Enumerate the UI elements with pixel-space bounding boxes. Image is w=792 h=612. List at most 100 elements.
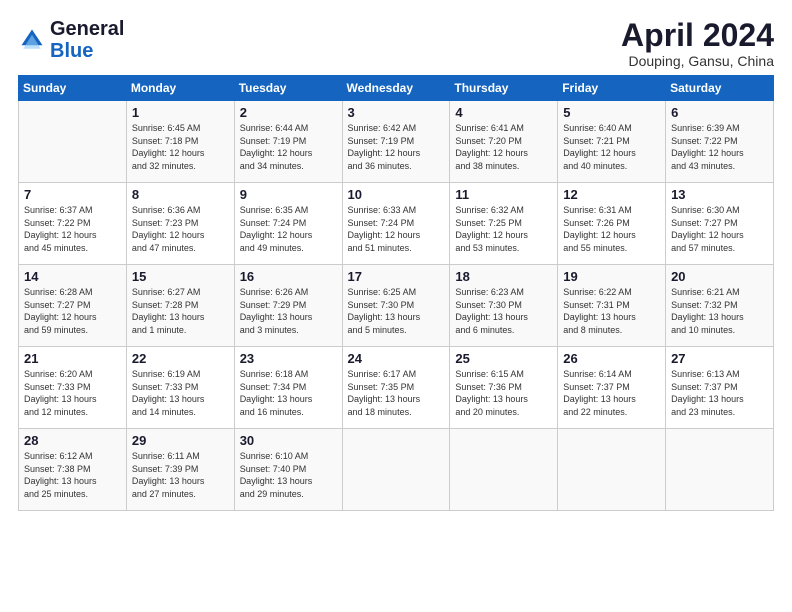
cell-info: Sunrise: 6:13 AM Sunset: 7:37 PM Dayligh… bbox=[671, 368, 769, 418]
cell-info: Sunrise: 6:44 AM Sunset: 7:19 PM Dayligh… bbox=[240, 122, 338, 172]
cell-info: Sunrise: 6:18 AM Sunset: 7:34 PM Dayligh… bbox=[240, 368, 338, 418]
calendar-cell: 30 Sunrise: 6:10 AM Sunset: 7:40 PM Dayli… bbox=[234, 429, 342, 511]
calendar-cell: 29Sunrise: 6:11 AM Sunset: 7:39 PM Dayli… bbox=[126, 429, 234, 511]
calendar-cell: 5 Sunrise: 6:40 AM Sunset: 7:21 PM Daylig… bbox=[558, 101, 666, 183]
week-row-3: 14 Sunrise: 6:28 AM Sunset: 7:27 PM Dayli… bbox=[19, 265, 774, 347]
calendar-cell: 24 Sunrise: 6:17 AM Sunset: 7:35 PM Dayli… bbox=[342, 347, 450, 429]
calendar-cell bbox=[666, 429, 774, 511]
day-number: 19 bbox=[563, 269, 661, 284]
calendar-cell: 20Sunrise: 6:21 AM Sunset: 7:32 PM Dayli… bbox=[666, 265, 774, 347]
cell-info: Sunrise: 6:26 AM Sunset: 7:29 PM Dayligh… bbox=[240, 286, 338, 336]
calendar-cell: 18Sunrise: 6:23 AM Sunset: 7:30 PM Dayli… bbox=[450, 265, 558, 347]
calendar-cell: 4 Sunrise: 6:41 AM Sunset: 7:20 PM Daylig… bbox=[450, 101, 558, 183]
calendar-cell: 3Sunrise: 6:42 AM Sunset: 7:19 PM Daylig… bbox=[342, 101, 450, 183]
cell-info: Sunrise: 6:37 AM Sunset: 7:22 PM Dayligh… bbox=[24, 204, 122, 254]
logo-general: General bbox=[50, 18, 124, 40]
day-header-wednesday: Wednesday bbox=[342, 76, 450, 101]
day-number: 24 bbox=[348, 351, 446, 366]
cell-info: Sunrise: 6:19 AM Sunset: 7:33 PM Dayligh… bbox=[132, 368, 230, 418]
day-number: 10 bbox=[348, 187, 446, 202]
day-number: 28 bbox=[24, 433, 122, 448]
calendar-container: General Blue April 2024 Douping, Gansu, … bbox=[0, 0, 792, 521]
calendar-table: SundayMondayTuesdayWednesdayThursdayFrid… bbox=[18, 75, 774, 511]
day-number: 23 bbox=[240, 351, 338, 366]
calendar-cell: 6 Sunrise: 6:39 AM Sunset: 7:22 PM Daylig… bbox=[666, 101, 774, 183]
day-header-monday: Monday bbox=[126, 76, 234, 101]
month-title: April 2024 bbox=[621, 18, 774, 53]
calendar-cell: 21Sunrise: 6:20 AM Sunset: 7:33 PM Dayli… bbox=[19, 347, 127, 429]
week-row-4: 21Sunrise: 6:20 AM Sunset: 7:33 PM Dayli… bbox=[19, 347, 774, 429]
calendar-cell: 2 Sunrise: 6:44 AM Sunset: 7:19 PM Daylig… bbox=[234, 101, 342, 183]
logo-text: General Blue bbox=[50, 18, 124, 62]
cell-info: Sunrise: 6:27 AM Sunset: 7:28 PM Dayligh… bbox=[132, 286, 230, 336]
calendar-cell: 26 Sunrise: 6:14 AM Sunset: 7:37 PM Dayli… bbox=[558, 347, 666, 429]
calendar-cell: 22Sunrise: 6:19 AM Sunset: 7:33 PM Dayli… bbox=[126, 347, 234, 429]
day-number: 11 bbox=[455, 187, 553, 202]
calendar-cell: 9 Sunrise: 6:35 AM Sunset: 7:24 PM Daylig… bbox=[234, 183, 342, 265]
day-header-sunday: Sunday bbox=[19, 76, 127, 101]
day-number: 5 bbox=[563, 105, 661, 120]
cell-info: Sunrise: 6:45 AM Sunset: 7:18 PM Dayligh… bbox=[132, 122, 230, 172]
day-number: 30 bbox=[240, 433, 338, 448]
calendar-cell bbox=[19, 101, 127, 183]
day-header-tuesday: Tuesday bbox=[234, 76, 342, 101]
cell-info: Sunrise: 6:11 AM Sunset: 7:39 PM Dayligh… bbox=[132, 450, 230, 500]
cell-info: Sunrise: 6:39 AM Sunset: 7:22 PM Dayligh… bbox=[671, 122, 769, 172]
logo-blue: Blue bbox=[50, 40, 93, 62]
calendar-cell: 12 Sunrise: 6:31 AM Sunset: 7:26 PM Dayli… bbox=[558, 183, 666, 265]
cell-info: Sunrise: 6:33 AM Sunset: 7:24 PM Dayligh… bbox=[348, 204, 446, 254]
day-number: 6 bbox=[671, 105, 769, 120]
calendar-cell: 23 Sunrise: 6:18 AM Sunset: 7:34 PM Dayli… bbox=[234, 347, 342, 429]
calendar-cell: 16 Sunrise: 6:26 AM Sunset: 7:29 PM Dayli… bbox=[234, 265, 342, 347]
cell-info: Sunrise: 6:30 AM Sunset: 7:27 PM Dayligh… bbox=[671, 204, 769, 254]
calendar-cell bbox=[450, 429, 558, 511]
week-row-1: 1 Sunrise: 6:45 AM Sunset: 7:18 PM Daylig… bbox=[19, 101, 774, 183]
calendar-cell: 1 Sunrise: 6:45 AM Sunset: 7:18 PM Daylig… bbox=[126, 101, 234, 183]
calendar-cell bbox=[558, 429, 666, 511]
day-number: 7 bbox=[24, 187, 122, 202]
title-block: April 2024 Douping, Gansu, China bbox=[621, 18, 774, 69]
day-number: 20 bbox=[671, 269, 769, 284]
day-number: 12 bbox=[563, 187, 661, 202]
calendar-cell: 7 Sunrise: 6:37 AM Sunset: 7:22 PM Daylig… bbox=[19, 183, 127, 265]
days-header-row: SundayMondayTuesdayWednesdayThursdayFrid… bbox=[19, 76, 774, 101]
day-number: 17 bbox=[348, 269, 446, 284]
calendar-cell: 19 Sunrise: 6:22 AM Sunset: 7:31 PM Dayli… bbox=[558, 265, 666, 347]
week-row-2: 7 Sunrise: 6:37 AM Sunset: 7:22 PM Daylig… bbox=[19, 183, 774, 265]
day-header-thursday: Thursday bbox=[450, 76, 558, 101]
day-number: 13 bbox=[671, 187, 769, 202]
calendar-cell: 14 Sunrise: 6:28 AM Sunset: 7:27 PM Dayli… bbox=[19, 265, 127, 347]
day-number: 1 bbox=[132, 105, 230, 120]
cell-info: Sunrise: 6:41 AM Sunset: 7:20 PM Dayligh… bbox=[455, 122, 553, 172]
cell-info: Sunrise: 6:25 AM Sunset: 7:30 PM Dayligh… bbox=[348, 286, 446, 336]
cell-info: Sunrise: 6:40 AM Sunset: 7:21 PM Dayligh… bbox=[563, 122, 661, 172]
calendar-cell: 13 Sunrise: 6:30 AM Sunset: 7:27 PM Dayli… bbox=[666, 183, 774, 265]
cell-info: Sunrise: 6:28 AM Sunset: 7:27 PM Dayligh… bbox=[24, 286, 122, 336]
day-number: 8 bbox=[132, 187, 230, 202]
cell-info: Sunrise: 6:35 AM Sunset: 7:24 PM Dayligh… bbox=[240, 204, 338, 254]
cell-info: Sunrise: 6:23 AM Sunset: 7:30 PM Dayligh… bbox=[455, 286, 553, 336]
logo-icon bbox=[18, 26, 46, 54]
header-row: General Blue April 2024 Douping, Gansu, … bbox=[18, 18, 774, 69]
cell-info: Sunrise: 6:36 AM Sunset: 7:23 PM Dayligh… bbox=[132, 204, 230, 254]
calendar-cell: 15 Sunrise: 6:27 AM Sunset: 7:28 PM Dayli… bbox=[126, 265, 234, 347]
calendar-cell: 10 Sunrise: 6:33 AM Sunset: 7:24 PM Dayli… bbox=[342, 183, 450, 265]
day-number: 14 bbox=[24, 269, 122, 284]
calendar-cell: 8 Sunrise: 6:36 AM Sunset: 7:23 PM Daylig… bbox=[126, 183, 234, 265]
day-number: 9 bbox=[240, 187, 338, 202]
cell-info: Sunrise: 6:17 AM Sunset: 7:35 PM Dayligh… bbox=[348, 368, 446, 418]
cell-info: Sunrise: 6:14 AM Sunset: 7:37 PM Dayligh… bbox=[563, 368, 661, 418]
calendar-cell: 11 Sunrise: 6:32 AM Sunset: 7:25 PM Dayli… bbox=[450, 183, 558, 265]
cell-info: Sunrise: 6:22 AM Sunset: 7:31 PM Dayligh… bbox=[563, 286, 661, 336]
day-number: 4 bbox=[455, 105, 553, 120]
day-number: 26 bbox=[563, 351, 661, 366]
day-number: 25 bbox=[455, 351, 553, 366]
day-number: 27 bbox=[671, 351, 769, 366]
day-number: 15 bbox=[132, 269, 230, 284]
cell-info: Sunrise: 6:32 AM Sunset: 7:25 PM Dayligh… bbox=[455, 204, 553, 254]
cell-info: Sunrise: 6:10 AM Sunset: 7:40 PM Dayligh… bbox=[240, 450, 338, 500]
logo: General Blue bbox=[18, 18, 124, 62]
day-number: 2 bbox=[240, 105, 338, 120]
cell-info: Sunrise: 6:31 AM Sunset: 7:26 PM Dayligh… bbox=[563, 204, 661, 254]
day-number: 16 bbox=[240, 269, 338, 284]
